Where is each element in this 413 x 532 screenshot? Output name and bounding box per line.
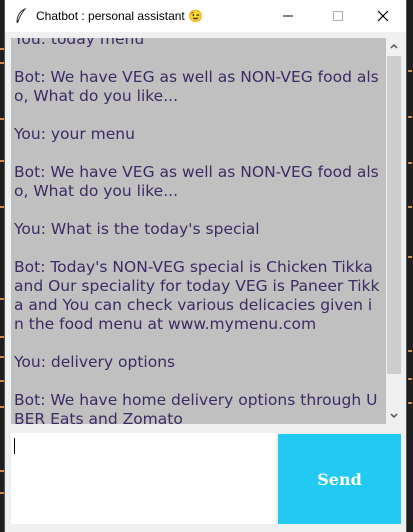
title-bar[interactable]: Chatbot : personal assistant 😉: [5, 0, 406, 32]
chevron-up-icon: [390, 43, 398, 49]
background-editor-right: [407, 32, 413, 532]
maximize-button[interactable]: [315, 0, 361, 32]
chat-messages: You: today menu Bot: We have VEG as well…: [14, 38, 381, 424]
chevron-down-icon: [390, 413, 398, 419]
scroll-down-button[interactable]: [386, 408, 402, 424]
chat-scrollbar[interactable]: [386, 38, 402, 424]
chat-log[interactable]: You: today menu Bot: We have VEG as well…: [11, 38, 386, 424]
text-caret: [14, 438, 15, 454]
maximize-icon: [333, 11, 343, 21]
close-icon: [377, 10, 389, 22]
minimize-icon: [283, 15, 293, 17]
window-title: Chatbot : personal assistant 😉: [36, 9, 204, 23]
scroll-thumb[interactable]: [387, 56, 401, 374]
chat-message: Bot: Today's NON-VEG special is Chicken …: [14, 258, 380, 333]
close-button[interactable]: [360, 0, 406, 32]
chat-message: You: your menu: [14, 125, 135, 143]
scroll-up-button[interactable]: [386, 38, 402, 54]
chat-message: You: What is the today's special: [14, 220, 260, 238]
chat-message: Bot: We have VEG as well as NON-VEG food…: [14, 163, 379, 200]
chat-message: You: today menu: [14, 38, 145, 48]
send-button-label: Send: [317, 469, 362, 489]
feather-icon: [16, 8, 27, 24]
chat-message: Bot: We have home delivery options throu…: [14, 391, 378, 424]
minimize-button[interactable]: [265, 0, 311, 32]
message-input[interactable]: [11, 433, 276, 524]
chatbot-window: Chatbot : personal assistant 😉 You: toda…: [4, 0, 407, 532]
send-button[interactable]: Send: [278, 434, 401, 524]
chat-message: You: delivery options: [14, 353, 176, 371]
chat-message: Bot: We have VEG as well as NON-VEG food…: [14, 68, 379, 105]
